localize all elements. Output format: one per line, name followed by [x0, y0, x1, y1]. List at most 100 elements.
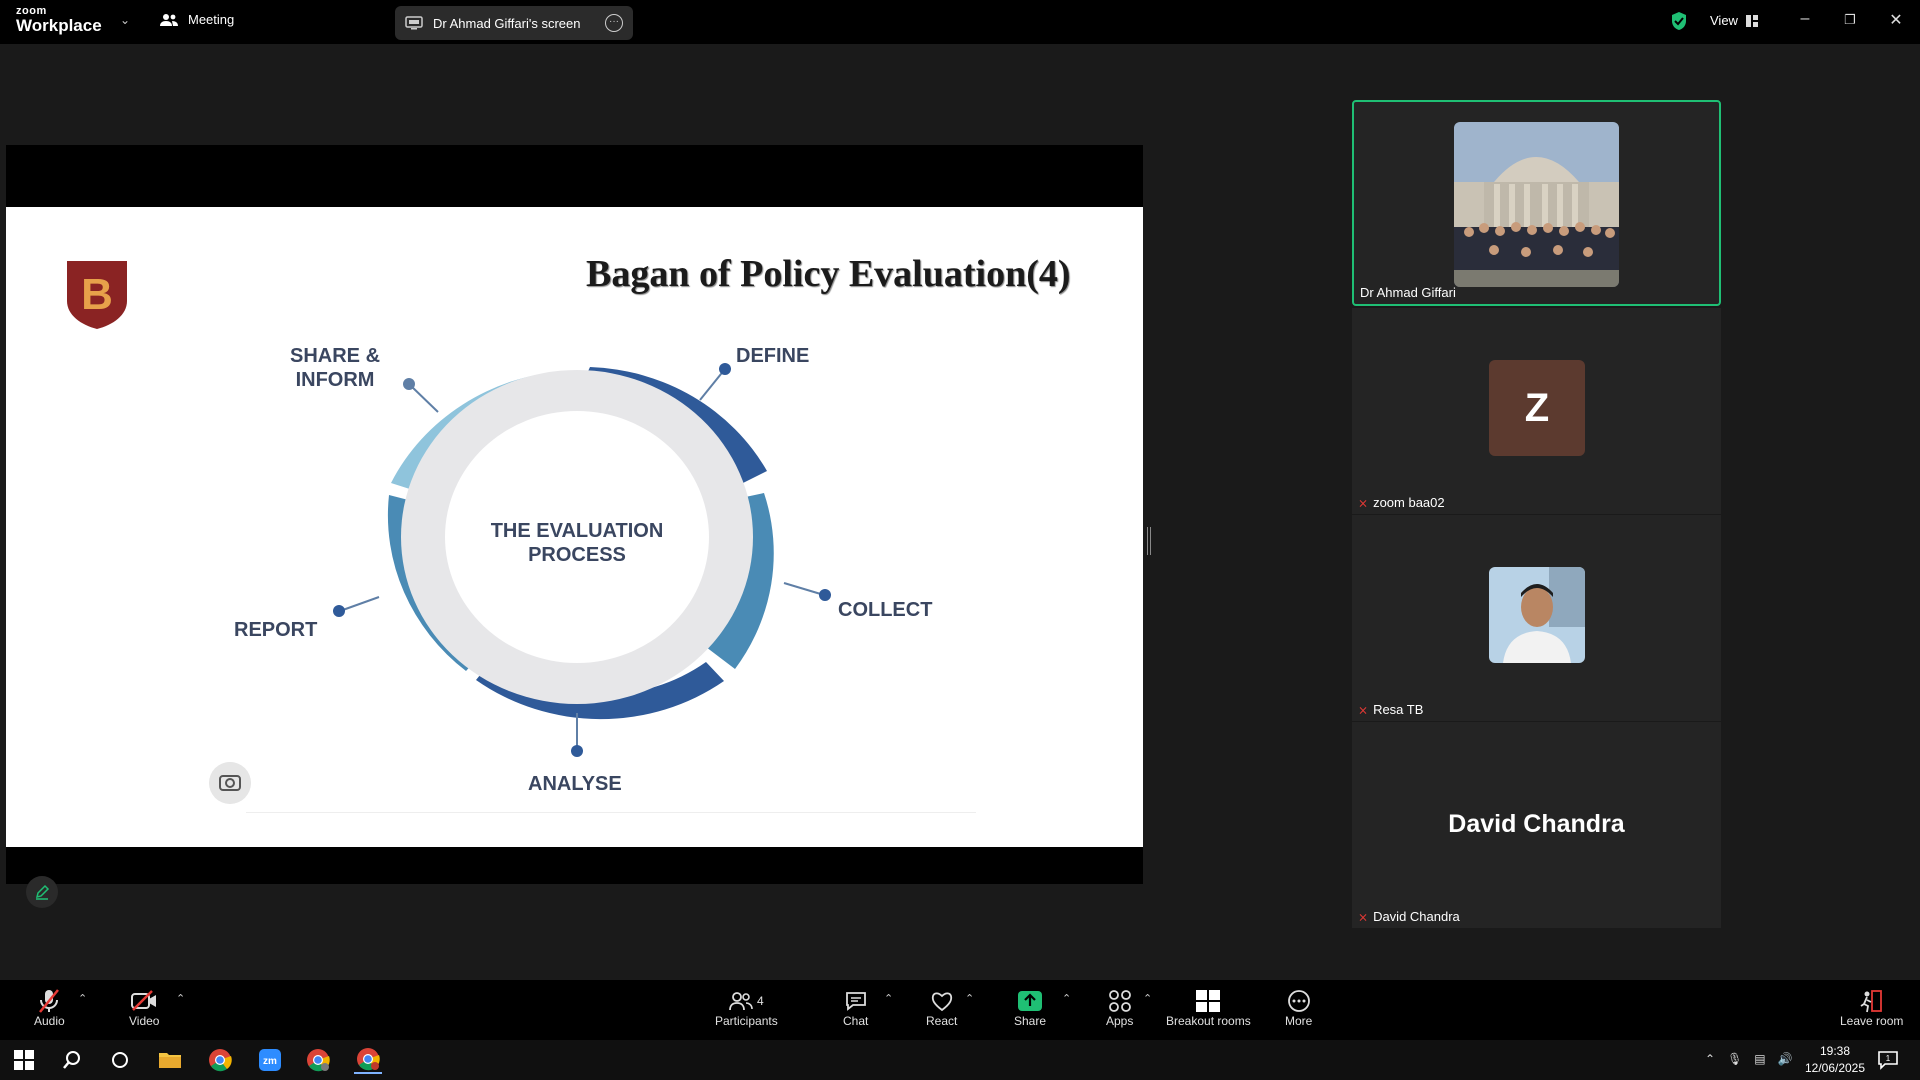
step-define-label: DEFINE [736, 345, 810, 367]
file-explorer-icon[interactable] [156, 1046, 184, 1074]
react-options-chevron-icon[interactable]: ⌃ [965, 992, 974, 1005]
svg-text:zm: zm [263, 1056, 277, 1067]
close-icon[interactable]: ✕ [1884, 10, 1908, 30]
windows-taskbar: zm ⌃ 🎙 ▤ 🔊 19:38 12/06/2025 1 [0, 1040, 1920, 1080]
breakout-rooms-button[interactable]: Breakout rooms [1166, 988, 1251, 1028]
step-report-label: REPORT [234, 619, 318, 641]
evaluation-cycle-diagram: THE EVALUATION PROCESS [333, 363, 831, 757]
volume-icon[interactable]: 🔊 [1778, 1052, 1793, 1066]
chevron-down-icon[interactable]: ⌄ [120, 13, 130, 27]
network-icon[interactable]: ▤ [1754, 1052, 1765, 1066]
presentation-slide: B Bagan of Policy Evaluation(4) THE EVAL… [6, 207, 1143, 847]
share-button[interactable]: Share [1014, 988, 1046, 1028]
chrome-icon[interactable] [206, 1046, 234, 1074]
video-button[interactable]: Video [129, 988, 159, 1028]
react-button[interactable]: React [926, 988, 957, 1028]
center-text-line1: THE EVALUATION [491, 520, 664, 542]
more-options-icon[interactable]: ··· [605, 14, 623, 32]
chat-label: Chat [843, 1014, 869, 1028]
participant-panel: Dr Ahmad Giffari Z ⨯ zoom baa02 ⨯ Resa T… [1352, 100, 1721, 928]
participants-button[interactable]: 4 Participants [715, 988, 778, 1028]
mic-muted-icon: ⨯ [1358, 702, 1369, 717]
share-dot [403, 378, 415, 390]
participants-label: Participants [715, 1014, 778, 1028]
notification-center-icon[interactable]: 1 [1874, 1046, 1902, 1074]
shield-check-icon[interactable] [1670, 11, 1688, 31]
participant-name: ⨯ David Chandra [1358, 909, 1460, 924]
more-button[interactable]: More [1285, 988, 1312, 1028]
cortana-icon[interactable] [106, 1046, 134, 1074]
share-options-chevron-icon[interactable]: ⌃ [1062, 992, 1071, 1005]
step-share-label-line1: SHARE & [290, 345, 381, 367]
slide-footer-line [246, 812, 976, 813]
apps-button[interactable]: Apps [1106, 988, 1133, 1028]
participant-name: Dr Ahmad Giffari [1360, 285, 1456, 300]
report-dot [333, 605, 345, 617]
video-options-chevron-icon[interactable]: ⌃ [176, 992, 185, 1005]
participant-name-text: Dr Ahmad Giffari [1360, 285, 1456, 300]
clock-date: 12/06/2025 [1804, 1061, 1866, 1075]
participant-name-text: zoom baa02 [1373, 495, 1445, 510]
apps-label: Apps [1106, 1014, 1134, 1028]
top-bar: zoom Workplace ⌄ Meeting Dr Ahmad Giffar… [0, 0, 1920, 44]
microphone-icon[interactable]: 🎙 [1727, 1052, 1742, 1066]
participant-name-text: Resa TB [1373, 702, 1424, 717]
grid-view-icon [1745, 14, 1758, 27]
apps-options-chevron-icon[interactable]: ⌃ [1143, 992, 1152, 1005]
share-screen-icon [1018, 991, 1043, 1011]
taskbar-clock[interactable]: 19:38 12/06/2025 [1800, 1043, 1870, 1077]
chat-button[interactable]: Chat [843, 988, 868, 1028]
resize-handle[interactable] [1147, 527, 1151, 555]
screen-share-icon [405, 16, 423, 30]
screen-share-pill[interactable]: Dr Ahmad Giffari's screen ··· [395, 6, 633, 40]
collect-dot [819, 589, 831, 601]
mic-muted-icon: ⨯ [1358, 909, 1369, 924]
define-dot [719, 363, 731, 375]
people-icon [160, 13, 178, 26]
participants-count: 4 [757, 994, 764, 1008]
view-button[interactable]: View [1710, 13, 1758, 28]
audio-options-chevron-icon[interactable]: ⌃ [78, 992, 87, 1005]
center-text-line2: PROCESS [528, 544, 626, 566]
breakout-rooms-label: Breakout rooms [1166, 1014, 1251, 1028]
avatar-photo-portrait [1489, 567, 1585, 663]
analyse-dot [571, 745, 583, 757]
search-icon[interactable] [58, 1046, 86, 1074]
clock-time: 19:38 [1819, 1044, 1851, 1058]
meeting-label: Meeting [188, 12, 235, 27]
zoom-logo[interactable]: zoom Workplace [16, 6, 102, 35]
participant-tile-dr-ahmad-giffari[interactable]: Dr Ahmad Giffari [1352, 100, 1721, 306]
minimize-icon[interactable]: – [1793, 10, 1817, 28]
audio-button[interactable]: Audio [34, 988, 65, 1028]
tray-expand-chevron-icon[interactable]: ⌃ [1705, 1052, 1715, 1066]
chat-icon [845, 992, 866, 1011]
participant-tile-resa-tb[interactable]: ⨯ Resa TB [1352, 515, 1721, 721]
avatar-letter: Z [1489, 360, 1585, 456]
view-label: View [1710, 13, 1738, 28]
zoom-app-icon[interactable]: zm [256, 1046, 284, 1074]
more-icon [1287, 990, 1310, 1012]
windows-start-icon[interactable] [10, 1046, 38, 1074]
logo-bottom-text: Workplace [16, 16, 102, 35]
system-tray: ⌃ 🎙 ▤ 🔊 [1705, 1052, 1793, 1066]
leave-room-icon [1860, 990, 1882, 1013]
shared-screen[interactable]: B Bagan of Policy Evaluation(4) THE EVAL… [6, 145, 1143, 884]
chrome-active-icon[interactable] [354, 1046, 382, 1074]
mic-muted-icon: ⨯ [1358, 495, 1369, 510]
notification-count: 1 [1886, 1054, 1891, 1063]
mic-muted-icon [39, 989, 60, 1013]
share-label: Share [1014, 1014, 1047, 1028]
leave-room-button[interactable]: Leave room [1840, 988, 1903, 1028]
chat-options-chevron-icon[interactable]: ⌃ [884, 992, 893, 1005]
step-share-label: SHARE & INFORM [290, 344, 380, 392]
participant-tile-david-chandra[interactable]: David Chandra ⨯ David Chandra [1352, 722, 1721, 928]
avatar-photo-group [1454, 122, 1619, 287]
meeting-info-button[interactable]: Meeting [160, 12, 234, 27]
chrome-profile-icon[interactable] [304, 1046, 332, 1074]
apps-icon [1108, 990, 1131, 1012]
annotate-pencil-icon[interactable] [26, 876, 58, 908]
leave-room-label: Leave room [1840, 1014, 1904, 1028]
restore-icon[interactable]: ❐ [1838, 12, 1862, 28]
screenshot-camera-icon[interactable] [209, 762, 251, 804]
participant-tile-zoom-baa02[interactable]: Z ⨯ zoom baa02 [1352, 308, 1721, 514]
